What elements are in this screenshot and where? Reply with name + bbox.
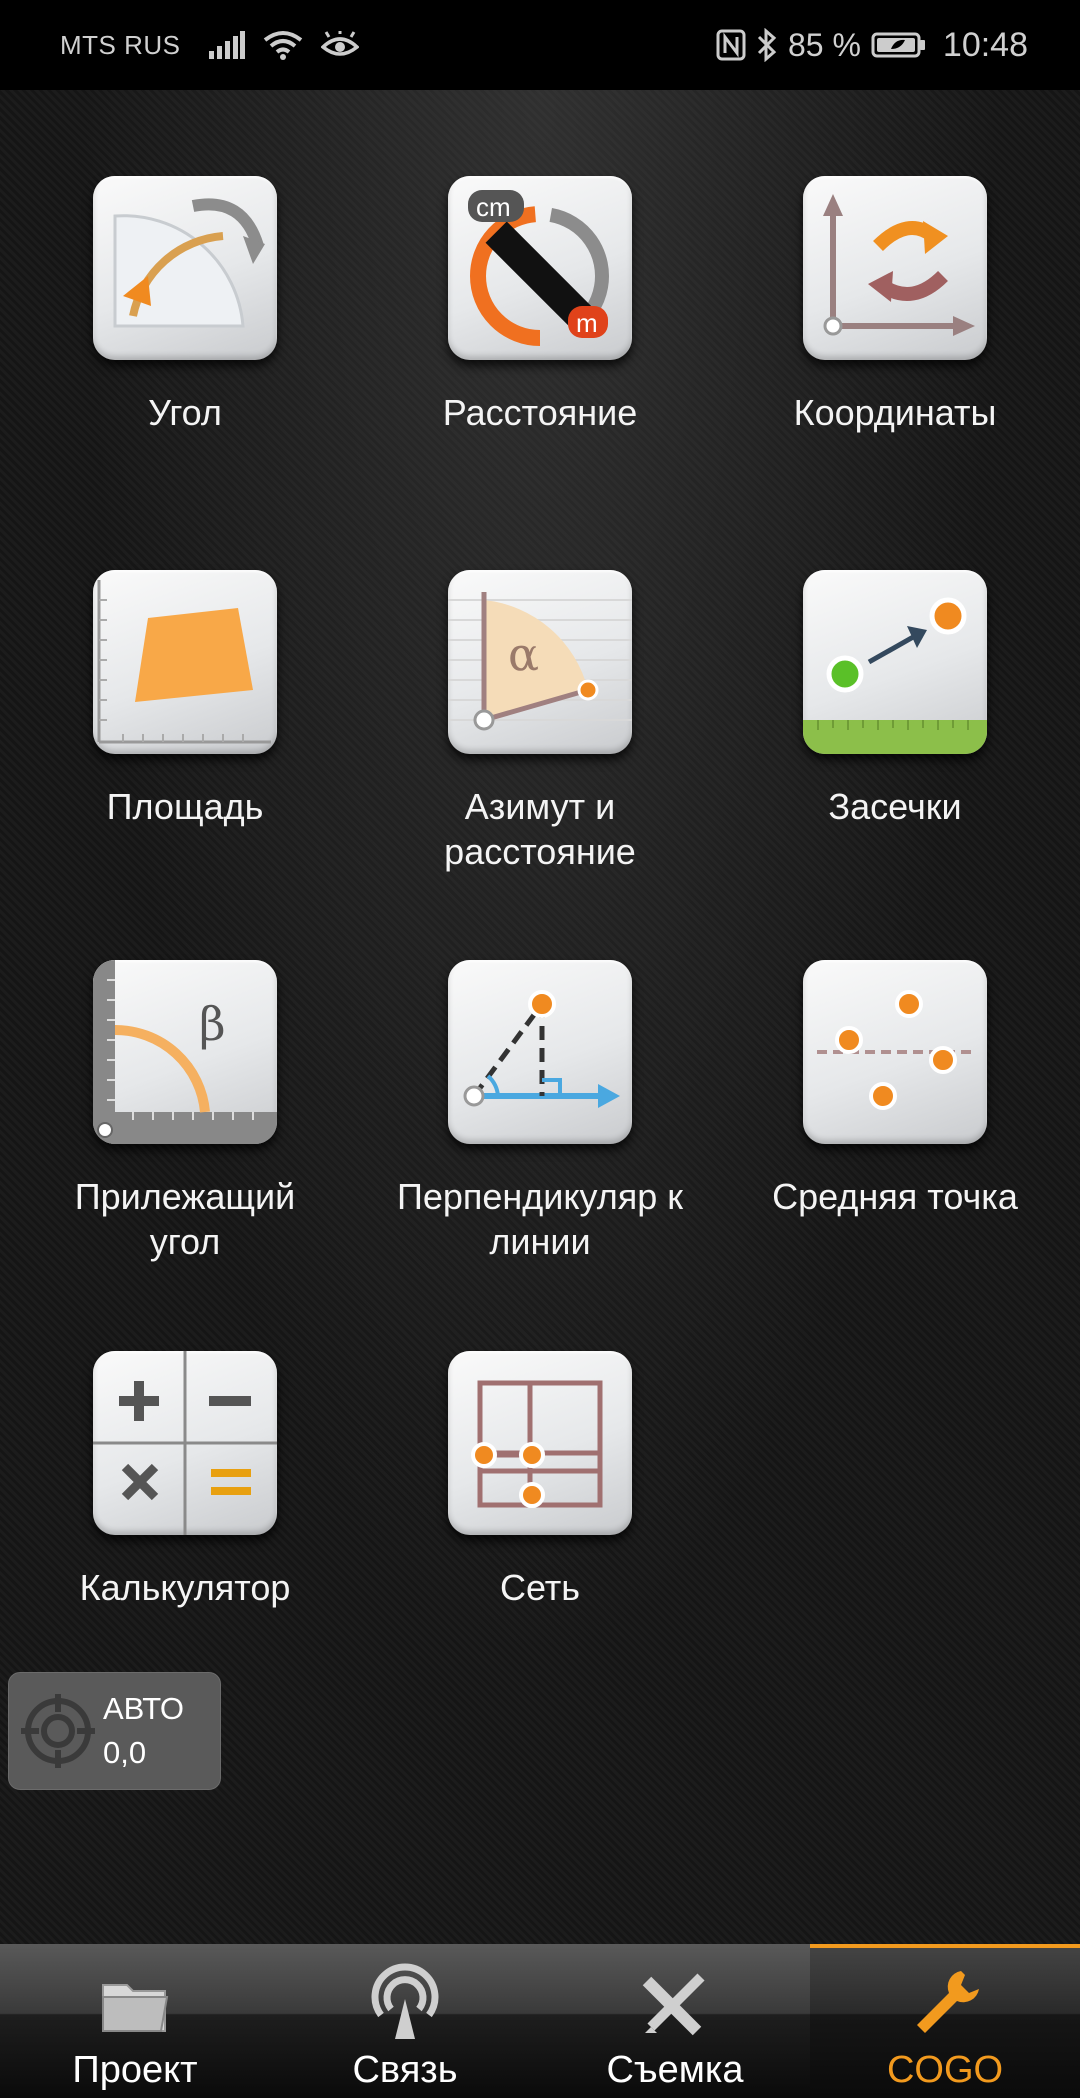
- perpendicular-icon: [448, 960, 632, 1144]
- area-icon: [93, 570, 277, 754]
- nav-label: Связь: [352, 2049, 458, 2091]
- tile-coordinates[interactable]: Координаты: [717, 176, 1073, 435]
- tile-label: Средняя точка: [772, 1176, 1018, 1217]
- connection-icon: [371, 1963, 439, 2039]
- signal-icon: [208, 31, 245, 59]
- nav-label: COGO: [886, 2049, 1004, 2091]
- grid-network-icon: [448, 1351, 632, 1535]
- clock: 10:48: [942, 25, 1028, 64]
- auto-position-badge[interactable]: АВТО 0,0: [8, 1672, 221, 1790]
- eye-icon: [320, 31, 359, 56]
- auto-value: 0,0: [103, 1735, 147, 1770]
- cogo-menu: Угол cm m Расстояние Координаты Площадь …: [0, 90, 1080, 1944]
- svg-text:α: α: [508, 627, 539, 681]
- nav-cogo[interactable]: COGO: [810, 1944, 1080, 2098]
- tile-label: Азимут и расстояние: [444, 786, 636, 872]
- status-bar: MTS RUS 85 % 10:48: [0, 0, 1080, 90]
- survey-tools-icon: [642, 1973, 705, 2036]
- bluetooth-icon: [757, 28, 777, 62]
- midpoint-icon: [803, 960, 987, 1144]
- crosshair-icon: [21, 1694, 95, 1768]
- tile-angle[interactable]: Угол: [7, 176, 363, 435]
- svg-text:m: m: [576, 308, 598, 338]
- tile-grid-network[interactable]: Сеть: [362, 1351, 718, 1610]
- tile-label: Площадь: [106, 786, 264, 827]
- nfc-icon: [716, 29, 746, 61]
- angle-icon: [93, 176, 277, 360]
- svg-text:β: β: [199, 997, 226, 1051]
- nav-survey[interactable]: Съемка: [540, 1944, 810, 2098]
- tile-label: Перпендикуляр к линии: [396, 1176, 684, 1262]
- tile-label: Засечки: [828, 786, 962, 827]
- tile-label: Расстояние: [442, 392, 638, 433]
- wrench-icon: [917, 1971, 979, 2033]
- battery-percent: 85 %: [787, 26, 861, 63]
- carrier-name: MTS RUS: [60, 29, 181, 60]
- distance-icon: cm m: [448, 176, 632, 360]
- tile-perpendicular[interactable]: Перпендикуляр к линии: [362, 960, 718, 1264]
- coordinates-icon: [803, 176, 987, 360]
- folder-icon: [102, 1984, 169, 2032]
- tile-label: Координаты: [793, 392, 997, 433]
- nav-project[interactable]: Проект: [0, 1944, 270, 2098]
- tile-label: Калькулятор: [79, 1567, 291, 1608]
- intersections-icon: [803, 570, 987, 754]
- wifi-icon: [263, 31, 302, 60]
- calculator-icon: [93, 1351, 277, 1535]
- tile-calculator[interactable]: Калькулятор: [7, 1351, 363, 1610]
- tile-label: Сеть: [499, 1567, 581, 1608]
- tile-label: Угол: [148, 392, 222, 433]
- auto-mode-label: АВТО: [103, 1691, 184, 1726]
- nav-label: Съемка: [606, 2049, 744, 2091]
- tile-intersections[interactable]: Засечки: [717, 570, 1073, 829]
- tile-midpoint[interactable]: Средняя точка: [717, 960, 1073, 1219]
- adjacent-angle-icon: β: [93, 960, 277, 1144]
- battery-icon: [871, 32, 925, 58]
- azimuth-distance-icon: α: [448, 570, 632, 754]
- tile-area[interactable]: Площадь: [7, 570, 363, 829]
- nav-connection[interactable]: Связь: [270, 1944, 540, 2098]
- nav-label: Проект: [72, 2049, 198, 2091]
- bottom-nav: Проект Связь Съемка COGO: [0, 1944, 1080, 2098]
- svg-text:cm: cm: [476, 192, 511, 222]
- tile-label: Прилежащий угол: [74, 1176, 296, 1262]
- tile-azimuth-distance[interactable]: α Азимут и расстояние: [362, 570, 718, 874]
- tile-adjacent-angle[interactable]: β Прилежащий угол: [7, 960, 363, 1264]
- tile-distance[interactable]: cm m Расстояние: [362, 176, 718, 435]
